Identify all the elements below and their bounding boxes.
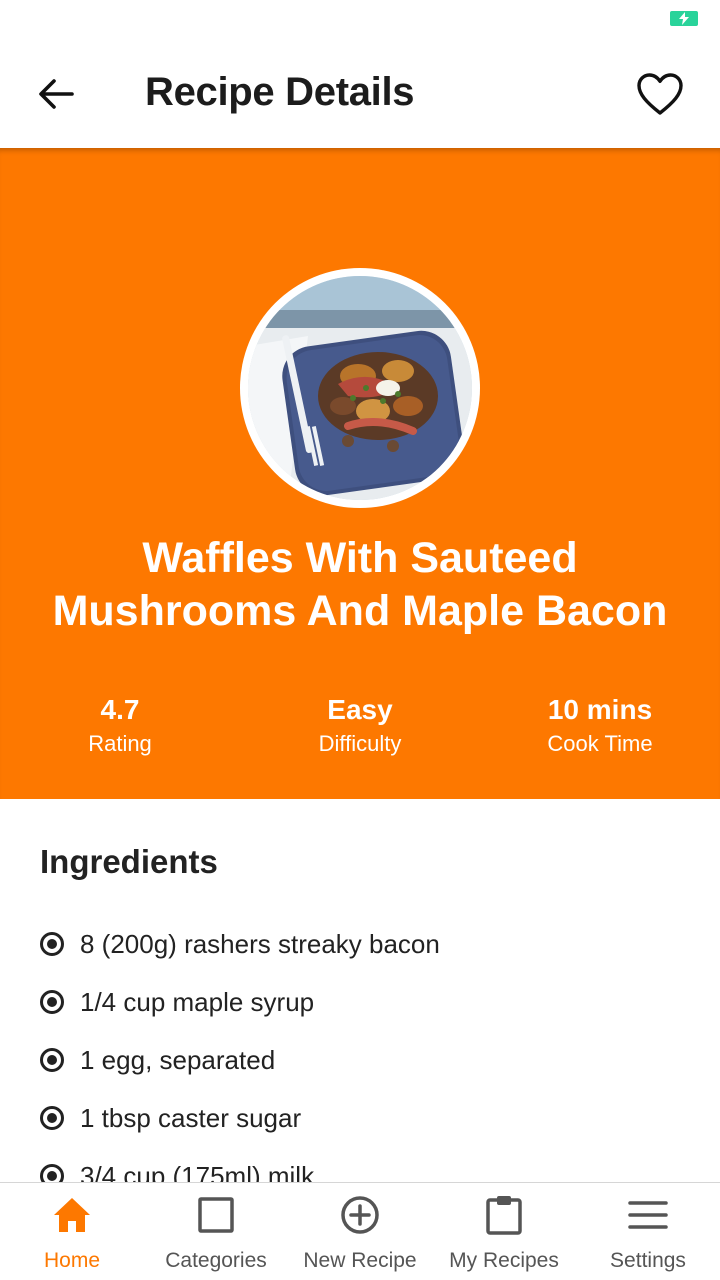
stat-label: Difficulty [318,731,402,756]
clipboard-icon [484,1195,524,1235]
ingredients-list: 8 (200g) rashers streaky bacon 1/4 cup m… [40,915,440,1182]
nav-label: Categories [165,1249,267,1272]
bullet-icon [40,1106,64,1130]
bullet-icon [40,932,64,956]
back-button[interactable] [24,66,88,122]
nav-item-categories[interactable]: Categories [144,1183,288,1280]
list-item: 1 tbsp caster sugar [40,1089,440,1147]
status-bar [0,0,720,40]
list-item: 1/4 cup maple syrup [40,973,440,1031]
heart-outline-icon [637,73,683,115]
stat-difficulty: Easy Difficulty [240,692,480,760]
arrow-left-icon [39,79,74,109]
ingredient-text: 1/4 cup maple syrup [80,986,315,1017]
list-item: 1 egg, separated [40,1031,440,1089]
recipe-photo-frame [240,268,480,508]
ingredient-text: 1 tbsp caster sugar [80,1102,302,1133]
nav-label: My Recipes [449,1249,559,1272]
recipe-hero: Waffles With Sauteed Mushrooms And Maple… [0,148,720,799]
bottom-navigation: Home Categories New Recipe My Recipes Se… [0,1182,720,1280]
recipe-stats: 4.7 Rating Easy Difficulty 10 mins Cook … [0,692,720,762]
menu-icon [628,1195,668,1235]
bullet-icon [40,1048,64,1072]
stat-value: Easy [327,694,393,725]
nav-label: Home [43,1249,101,1272]
stat-value: 4.7 [100,694,140,725]
list-item: 8 (200g) rashers streaky bacon [40,915,440,973]
ingredients-section[interactable]: Ingredients 8 (200g) rashers streaky bac… [0,799,720,1182]
nav-item-my-recipes[interactable]: My Recipes [432,1183,576,1280]
stat-label: Rating [88,731,152,756]
stat-rating: 4.7 Rating [0,692,240,760]
ingredients-heading: Ingredients [40,843,218,880]
app-bar: Recipe Details [0,40,720,148]
home-icon [52,1195,92,1235]
nav-item-home[interactable]: Home [0,1183,144,1280]
ingredient-text: 3/4 cup (175ml) milk [80,1160,315,1183]
recipe-photo [248,276,472,500]
plus-circle-icon [340,1195,380,1235]
nav-label: Settings [610,1249,686,1272]
ingredient-text: 8 (200g) rashers streaky bacon [80,928,440,959]
square-icon [196,1195,236,1235]
list-item: 3/4 cup (175ml) milk [40,1147,440,1182]
ingredient-text: 1 egg, separated [80,1044,276,1075]
page-title: Recipe Details [145,70,415,114]
nav-item-new-recipe[interactable]: New Recipe [288,1183,432,1280]
nav-item-settings[interactable]: Settings [576,1183,720,1280]
stat-cook-time: 10 mins Cook Time [480,692,720,760]
recipe-title: Waffles With Sauteed Mushrooms And Maple… [52,534,668,635]
stat-label: Cook Time [547,731,653,756]
favorite-button[interactable] [630,66,690,122]
nav-label: New Recipe [303,1249,417,1272]
bullet-icon [40,1164,64,1182]
battery-icon [670,11,698,26]
stat-value: 10 mins [547,694,653,725]
bullet-icon [40,990,64,1014]
